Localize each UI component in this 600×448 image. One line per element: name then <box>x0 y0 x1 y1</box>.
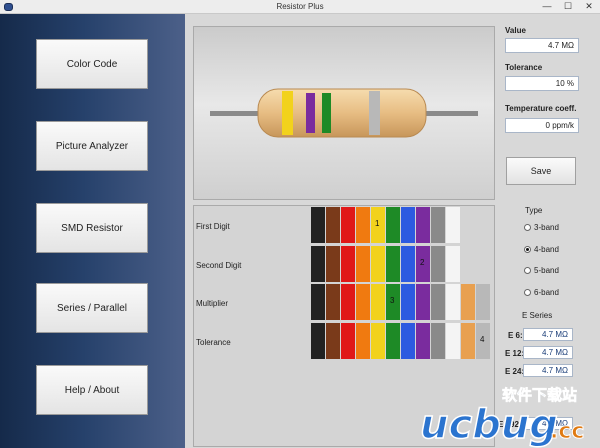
color-swatch[interactable] <box>356 207 370 243</box>
color-swatch[interactable] <box>356 323 370 359</box>
tolerance-label: Tolerance <box>505 63 543 72</box>
e12-field[interactable]: 4.7 MΩ <box>523 346 573 359</box>
watermark-logo: 软件下载站 ucbug .cc <box>420 386 585 448</box>
window-title: Resistor Plus <box>276 2 324 11</box>
color-swatch[interactable] <box>311 207 325 243</box>
color-swatch[interactable] <box>311 284 325 320</box>
color-swatch[interactable] <box>401 323 415 359</box>
selected-mark: 3 <box>390 296 395 305</box>
color-swatch[interactable] <box>326 323 340 359</box>
color-swatch[interactable] <box>326 246 340 282</box>
e6-label: E 6: <box>508 331 523 340</box>
picture-analyzer-button[interactable]: Picture Analyzer <box>36 121 148 171</box>
color-swatch[interactable] <box>386 246 400 282</box>
resistor-band-2 <box>306 93 315 133</box>
selected-mark: 1 <box>375 219 380 228</box>
second-digit-swatches: 2 <box>311 246 494 282</box>
save-button[interactable]: Save <box>506 157 576 185</box>
radio-3-band[interactable]: 3-band <box>524 223 559 232</box>
smd-resistor-button[interactable]: SMD Resistor <box>36 203 148 253</box>
radio-5-band[interactable]: 5-band <box>524 266 559 275</box>
type-title: Type <box>525 206 543 215</box>
color-swatch[interactable] <box>401 207 415 243</box>
e-series-title: E Series <box>522 311 553 320</box>
color-swatch[interactable] <box>431 246 445 282</box>
svg-text:.cc: .cc <box>550 419 584 444</box>
color-swatch[interactable]: 3 <box>386 284 400 320</box>
color-swatch[interactable] <box>341 323 355 359</box>
tolerance-swatches: 4 <box>311 323 494 359</box>
color-swatch[interactable] <box>356 284 370 320</box>
color-swatch[interactable] <box>416 323 430 359</box>
e24-field[interactable]: 4.7 MΩ <box>523 364 573 377</box>
color-swatch[interactable] <box>326 284 340 320</box>
maximize-button[interactable]: ☐ <box>557 0 579 14</box>
color-code-button[interactable]: Color Code <box>36 39 148 89</box>
sidebar: Color Code Picture Analyzer SMD Resistor… <box>0 14 185 448</box>
tempco-field[interactable]: 0 ppm/k <box>505 118 579 133</box>
color-swatch[interactable] <box>416 284 430 320</box>
title-bar: Resistor Plus — ☐ ✕ <box>0 0 600 14</box>
color-swatch[interactable] <box>386 207 400 243</box>
color-swatch[interactable]: 2 <box>416 246 430 282</box>
color-swatch[interactable] <box>326 207 340 243</box>
value-label: Value <box>505 26 526 35</box>
color-swatch[interactable] <box>386 323 400 359</box>
selected-mark: 2 <box>420 258 425 267</box>
color-swatch[interactable] <box>341 284 355 320</box>
color-swatch[interactable] <box>356 246 370 282</box>
color-swatch[interactable] <box>431 207 445 243</box>
minimize-button[interactable]: — <box>536 0 558 14</box>
color-swatch[interactable] <box>371 284 385 320</box>
first-digit-swatches: 1 <box>311 207 494 243</box>
radio-6-band[interactable]: 6-band <box>524 288 559 297</box>
resistor-preview <box>193 26 495 200</box>
color-swatch[interactable] <box>371 323 385 359</box>
color-swatch[interactable] <box>401 284 415 320</box>
tolerance-field[interactable]: 10 % <box>505 76 579 91</box>
first-digit-label: First Digit <box>196 222 230 231</box>
tolerance-row-label: Tolerance <box>196 338 231 347</box>
help-about-button[interactable]: Help / About <box>36 365 148 415</box>
color-swatch[interactable] <box>431 323 445 359</box>
color-swatch[interactable] <box>371 246 385 282</box>
color-swatch[interactable] <box>446 284 460 320</box>
color-swatch[interactable] <box>341 246 355 282</box>
e6-field[interactable]: 4.7 MΩ <box>523 328 573 341</box>
color-swatch[interactable] <box>401 246 415 282</box>
color-swatch[interactable] <box>431 284 445 320</box>
color-swatch[interactable] <box>416 207 430 243</box>
color-swatch[interactable] <box>461 323 475 359</box>
series-parallel-button[interactable]: Series / Parallel <box>36 283 148 333</box>
e24-label: E 24: <box>505 367 525 376</box>
close-button[interactable]: ✕ <box>578 0 600 14</box>
second-digit-label: Second Digit <box>196 261 242 270</box>
color-swatch[interactable] <box>461 284 475 320</box>
resistor-band-4 <box>369 91 380 135</box>
multiplier-swatches: 3 <box>311 284 494 320</box>
svg-text:ucbug: ucbug <box>420 402 558 448</box>
resistor-band-1 <box>282 91 293 135</box>
resistor-band-3 <box>322 93 331 133</box>
selected-mark: 4 <box>480 335 485 344</box>
color-swatch[interactable] <box>341 207 355 243</box>
multiplier-label: Multiplier <box>196 299 229 308</box>
color-swatch[interactable] <box>311 323 325 359</box>
color-swatch[interactable] <box>446 207 460 243</box>
radio-4-band[interactable]: 4-band <box>524 245 559 254</box>
value-field[interactable]: 4.7 MΩ <box>505 38 579 53</box>
color-swatch[interactable] <box>476 284 490 320</box>
resistor-drawing <box>210 88 478 138</box>
color-swatch[interactable]: 1 <box>371 207 385 243</box>
color-swatch[interactable]: 4 <box>476 323 490 359</box>
color-swatch[interactable] <box>446 323 460 359</box>
tempco-label: Temperature coeff. <box>505 104 577 113</box>
color-swatch[interactable] <box>311 246 325 282</box>
color-swatch[interactable] <box>446 246 460 282</box>
e12-label: E 12: <box>505 349 525 358</box>
